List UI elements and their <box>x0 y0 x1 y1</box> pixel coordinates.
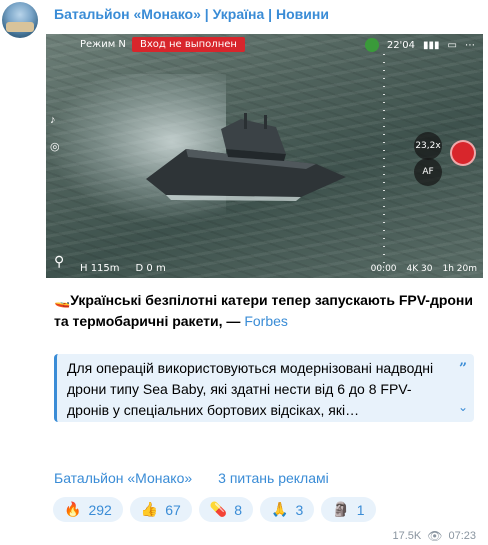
reaction-count: 1 <box>356 501 365 518</box>
channel-title[interactable]: Батальйон «Монако» | Україна | Новини <box>54 6 329 22</box>
reaction-thumbs-up[interactable]: 👍 67 <box>129 497 192 522</box>
pill-icon: 💊 <box>209 501 228 518</box>
reaction-moai[interactable]: 🗿 1 <box>321 497 376 522</box>
speedboat-icon: 🚤 <box>54 293 71 308</box>
thumbs-up-icon: 👍 <box>140 501 159 518</box>
hud-mode-label: Режим N <box>80 39 126 50</box>
hud-resolution: 4K 30 <box>406 264 433 274</box>
praying-hands-icon: 🙏 <box>271 501 289 518</box>
eye-icon: 👁 <box>427 529 443 543</box>
quote-icon: ” <box>458 361 467 377</box>
gps-status-icon <box>364 38 379 52</box>
channel-avatar[interactable] <box>2 2 38 38</box>
ads-link[interactable]: 3 питань рекламі <box>218 470 329 486</box>
hud-status-bar: 22'04 ▮▮▮ ▭ ⋯ <box>364 38 475 52</box>
map-pin-icon: ⚲ <box>54 253 65 269</box>
reaction-count: 8 <box>234 501 243 518</box>
reaction-count: 67 <box>165 501 181 518</box>
reaction-fire[interactable]: 🔥 292 <box>53 497 123 522</box>
battery-icon: ▭ <box>447 39 457 51</box>
reaction-pray[interactable]: 🙏 3 <box>260 497 315 522</box>
reaction-pill[interactable]: 💊 8 <box>198 497 254 522</box>
fire-icon: 🔥 <box>64 501 82 518</box>
post-footer-links: Батальйон «Монако» 3 питань рекламі <box>54 470 329 486</box>
chevron-down-icon[interactable]: ⌄ <box>458 397 468 418</box>
view-count: 17.5K <box>392 530 422 542</box>
hud-scale-line <box>383 54 385 264</box>
hud-time: 22'04 <box>386 39 416 51</box>
channel-link[interactable]: Батальйон «Монако» <box>54 470 192 486</box>
hud-left-icons: ♪ ◎ <box>50 114 60 153</box>
hud-remaining: 1h 20m <box>442 264 477 274</box>
record-button-icon <box>450 140 476 166</box>
signal-icon: ▮▮▮ <box>423 39 440 51</box>
more-icon: ⋯ <box>465 39 475 51</box>
post-time: 07:23 <box>448 530 476 542</box>
settings-icon: ◎ <box>50 141 60 153</box>
reaction-count: 292 <box>88 501 112 518</box>
post-meta: 17.5K 👁 07:23 <box>392 529 476 543</box>
hud-height: H 115m <box>80 263 120 274</box>
post-video[interactable]: Режим N Вход не выполнен 22'04 ▮▮▮ ▭ ⋯ 2… <box>46 34 483 278</box>
af-badge: AF <box>414 158 442 186</box>
hud-telemetry: H 115m D 0 m <box>80 263 166 274</box>
hud-rec-time: 00:00 <box>370 264 397 274</box>
sea-drone-boat <box>146 113 346 201</box>
source-link[interactable]: Forbes <box>244 313 288 329</box>
post-quote[interactable]: Для операцій використовуються модернізов… <box>54 354 474 422</box>
reaction-count: 3 <box>295 501 304 518</box>
zoom-badge: 23,2x <box>414 132 442 160</box>
post-headline: 🚤Українські безпілотні катери тепер запу… <box>54 290 474 332</box>
mic-icon: ♪ <box>50 114 56 126</box>
quote-text: Для операцій використовуються модернізов… <box>67 360 434 418</box>
hud-distance: D 0 m <box>135 263 166 274</box>
hud-recording-info: 00:00 4K 30 1h 20m <box>371 264 477 274</box>
moai-icon: 🗿 <box>332 501 350 518</box>
reactions-bar: 🔥 292 👍 67 💊 8 🙏 3 🗿 1 <box>53 497 376 522</box>
hud-warning-badge: Вход не выполнен <box>132 37 245 52</box>
